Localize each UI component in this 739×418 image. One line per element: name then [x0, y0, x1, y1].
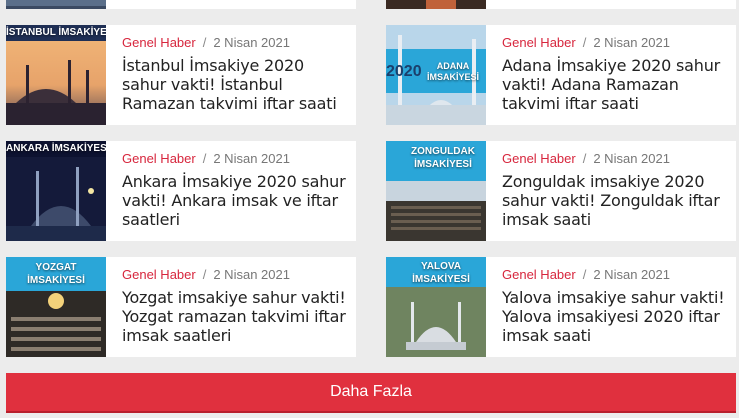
- article-thumbnail[interactable]: 2020 ADANA İMSAKİYESİ: [386, 25, 486, 125]
- article-meta: Genel Haber / 2 Nisan 2021: [502, 267, 726, 283]
- category-link[interactable]: Genel Haber: [122, 35, 196, 50]
- article-card[interactable]: ANKARA İMSAKİYESİ Genel Haber / 2 Nisan 20…: [6, 141, 356, 241]
- article-card-partial-left[interactable]: [6, 0, 356, 9]
- thumbnail-caption: YALOVA İMSAKİYESİ: [412, 261, 470, 285]
- meta-separator: /: [202, 35, 207, 50]
- category-link[interactable]: Genel Haber: [502, 35, 576, 50]
- article-title[interactable]: İstanbul İmsakiye 2020 sahur vakti! İsta…: [122, 56, 346, 113]
- thumbnail-year: 2020: [386, 63, 422, 80]
- article-thumbnail[interactable]: ZONGULDAK İMSAKİYESİ: [386, 141, 486, 241]
- article-title[interactable]: Yozgat imsakiye sahur vakti! Yozgat rama…: [122, 288, 346, 345]
- article-date: 2 Nisan 2021: [593, 267, 670, 282]
- article-meta: Genel Haber / 2 Nisan 2021: [122, 35, 346, 51]
- article-date: 2 Nisan 2021: [593, 151, 670, 166]
- thumbnail-caption: İSTANBUL İMSAKİYESİ: [6, 27, 106, 38]
- article-title[interactable]: Yalova imsakiye sahur vakti! Yalova imsa…: [502, 288, 726, 345]
- category-link[interactable]: Genel Haber: [502, 267, 576, 282]
- article-title[interactable]: Zonguldak imsakiye 2020 sahur vakti! Zon…: [502, 172, 726, 229]
- article-thumbnail[interactable]: ANKARA İMSAKİYESİ: [6, 141, 106, 241]
- article-thumbnail[interactable]: [6, 0, 106, 9]
- thumbnail-caption: ADANA İMSAKİYESİ: [426, 61, 479, 82]
- article-card[interactable]: ZONGULDAK İMSAKİYESİ Genel Haber / 2 Nisan…: [386, 141, 736, 241]
- article-title[interactable]: Ankara İmsakiye 2020 sahur vakti! Ankara…: [122, 172, 346, 229]
- article-date: 2 Nisan 2021: [213, 267, 290, 282]
- article-thumbnail[interactable]: [386, 0, 486, 9]
- category-link[interactable]: Genel Haber: [122, 151, 196, 166]
- thumbnail-caption: YOZGAT İMSAKİYESİ: [27, 262, 85, 286]
- thumbnail-caption: ZONGULDAK İMSAKİYESİ: [411, 146, 475, 170]
- article-meta: Genel Haber / 2 Nisan 2021: [502, 35, 726, 51]
- thumbnail-caption: ANKARA İMSAKİYESİ: [6, 143, 106, 154]
- article-card-partial-right[interactable]: [386, 0, 736, 9]
- article-thumbnail[interactable]: YALOVA İMSAKİYESİ: [386, 257, 486, 357]
- article-card[interactable]: 2020 ADANA İMSAKİYESİ Genel Haber / 2 Nisa…: [386, 25, 736, 125]
- meta-separator: /: [202, 267, 207, 282]
- meta-separator: /: [202, 151, 207, 166]
- article-thumbnail[interactable]: İSTANBUL İMSAKİYESİ: [6, 25, 106, 125]
- category-link[interactable]: Genel Haber: [502, 151, 576, 166]
- meta-separator: /: [582, 35, 587, 50]
- meta-separator: /: [582, 151, 587, 166]
- article-meta: Genel Haber / 2 Nisan 2021: [502, 151, 726, 167]
- article-title[interactable]: Adana İmsakiye 2020 sahur vakti! Adana R…: [502, 56, 726, 113]
- category-link[interactable]: Genel Haber: [122, 267, 196, 282]
- article-card[interactable]: YALOVA İMSAKİYESİ Genel Haber / 2 Nisan 20…: [386, 257, 736, 357]
- article-meta: Genel Haber / 2 Nisan 2021: [122, 267, 346, 283]
- article-date: 2 Nisan 2021: [213, 35, 290, 50]
- article-card[interactable]: YOZGAT İMSAKİYESİ Genel Haber / 2 Nisan 20…: [6, 257, 356, 357]
- article-meta: Genel Haber / 2 Nisan 2021: [122, 151, 346, 167]
- load-more-button[interactable]: Daha Fazla: [6, 373, 736, 413]
- article-date: 2 Nisan 2021: [213, 151, 290, 166]
- article-thumbnail[interactable]: YOZGAT İMSAKİYESİ: [6, 257, 106, 357]
- meta-separator: /: [582, 267, 587, 282]
- article-card[interactable]: İSTANBUL İMSAKİYESİ Genel Haber / 2 Nisan …: [6, 25, 356, 125]
- article-date: 2 Nisan 2021: [593, 35, 670, 50]
